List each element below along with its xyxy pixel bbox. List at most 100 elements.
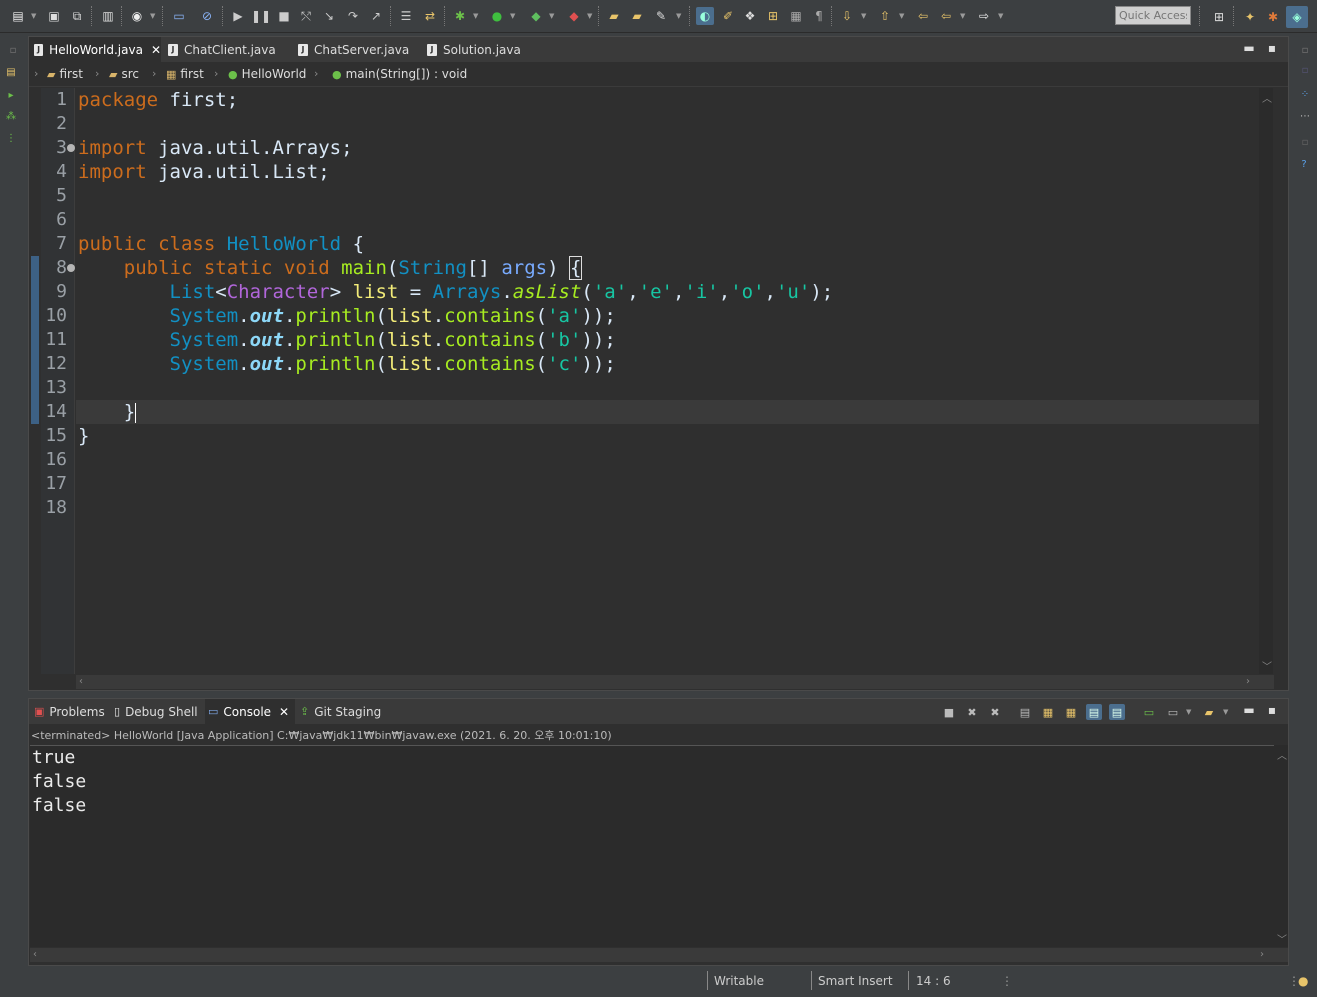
forward-icon[interactable]: ⇨ [975, 7, 993, 25]
toggle-breadcrumb-icon[interactable]: ❖ [741, 7, 759, 25]
external-tools-icon[interactable]: ◆ [565, 7, 583, 25]
block-selection-icon[interactable]: ▦ [787, 7, 805, 25]
coverage-icon[interactable]: ◆ [527, 7, 545, 25]
new-java-project-icon[interactable]: ▰ [605, 7, 623, 25]
close-icon[interactable]: ✕ [151, 43, 161, 57]
suspend-icon[interactable]: ❚❚ [251, 7, 271, 25]
run-icon[interactable]: ● [488, 7, 506, 25]
quick-access-input[interactable] [1115, 6, 1191, 25]
debug-dropdown-icon[interactable]: ▼ [473, 9, 481, 23]
breadcrumb-item-method[interactable]: ● main(String[]) : void [332, 67, 467, 81]
word-wrap-icon[interactable]: ▦ [1063, 704, 1079, 720]
previous-annotation-icon[interactable]: ⇧ [876, 7, 894, 25]
outline-icon[interactable]: ▸ [4, 89, 18, 101]
debug-icon[interactable]: ✱ [451, 7, 469, 25]
scroll-down-icon[interactable]: ﹀ [1262, 658, 1272, 673]
toggle-mark-occurrences-icon[interactable]: ◐ [696, 7, 714, 25]
terminal-icon[interactable]: ▭ [170, 7, 188, 25]
new-dropdown-icon[interactable]: ▼ [31, 9, 39, 23]
show-on-stdout-icon[interactable]: ▤ [1086, 704, 1102, 720]
console-horizontal-scrollbar[interactable]: ‹ › [30, 948, 1288, 962]
next-annotation-dropdown-icon[interactable]: ▼ [861, 9, 869, 23]
minimize-icon[interactable]: ▬ [1242, 703, 1256, 717]
java-perspective-icon[interactable]: ◈ [1286, 6, 1308, 28]
terminate-icon[interactable]: ■ [941, 704, 957, 720]
remove-launch-icon[interactable]: ✖ [964, 704, 980, 720]
scroll-down-icon[interactable]: ﹀ [1277, 931, 1287, 946]
step-over-icon[interactable]: ↷ [344, 7, 362, 25]
tab-solution[interactable]: J Solution.java [422, 37, 542, 62]
scroll-left-icon[interactable]: ‹ [33, 949, 37, 960]
search-icon[interactable]: ✎ [652, 7, 670, 25]
tab-problems[interactable]: ▣ Problems [31, 699, 109, 724]
open-type-icon[interactable]: ▰ [628, 7, 646, 25]
console-vertical-scrollbar[interactable]: ︿ ﹀ [1274, 745, 1288, 947]
code-text[interactable]: package first; import java.util.Arrays; … [76, 88, 1260, 674]
open-console-dropdown-icon[interactable]: ▼ [1223, 705, 1231, 719]
show-whitespace-icon[interactable]: ⊞ [764, 7, 782, 25]
show-on-stderr-icon[interactable]: ▤ [1109, 704, 1125, 720]
step-return-icon[interactable]: ↗ [367, 7, 385, 25]
lightbulb-icon[interactable]: ● [1298, 974, 1308, 988]
display-console-dropdown-icon[interactable]: ▼ [1186, 705, 1194, 719]
breadcrumb-item-class[interactable]: ● HelloWorld [228, 67, 306, 81]
scroll-right-icon[interactable]: › [1246, 676, 1250, 687]
skip-breakpoints-icon[interactable]: ⊘ [198, 7, 216, 25]
java-ee-perspective-icon[interactable]: ✦ [1239, 6, 1261, 28]
call-hierarchy-icon[interactable]: ⋮ [4, 132, 18, 144]
next-annotation-icon[interactable]: ⇩ [838, 7, 856, 25]
external-tools-dropdown-icon[interactable]: ▼ [587, 9, 595, 23]
step-into-icon[interactable]: ↘ [320, 7, 338, 25]
disconnect-icon[interactable]: ⤲ [297, 7, 315, 25]
minimized-view-icon[interactable]: ▫ [1298, 136, 1312, 148]
minimize-icon[interactable]: ▬ [1242, 41, 1256, 55]
close-icon[interactable]: ✕ [279, 705, 289, 719]
use-step-filters-icon[interactable]: ⇄ [421, 7, 439, 25]
breadcrumb-item-package[interactable]: ▦ first [166, 67, 204, 81]
console-output[interactable]: true false false [30, 745, 1274, 947]
drop-to-frame-icon[interactable]: ☰ [397, 7, 415, 25]
scroll-left-icon[interactable]: ‹ [79, 676, 83, 687]
tab-console[interactable]: ▭ Console ✕ [205, 699, 295, 724]
resume-icon[interactable]: ▶ [229, 7, 247, 25]
tab-git-staging[interactable]: ⇪ Git Staging [297, 699, 387, 724]
scroll-up-icon[interactable]: ︿ [1262, 90, 1272, 105]
open-console-icon[interactable]: ▰ [1201, 704, 1217, 720]
editor-horizontal-scrollbar[interactable]: ‹ › [76, 675, 1274, 689]
profile-icon[interactable]: ◉ [128, 7, 146, 25]
tab-chatclient[interactable]: J ChatClient.java [163, 37, 291, 62]
run-dropdown-icon[interactable]: ▼ [510, 9, 518, 23]
scroll-right-icon[interactable]: › [1260, 949, 1264, 960]
editor-vertical-scrollbar[interactable]: ︿ ﹀ [1259, 88, 1273, 674]
last-edit-location-icon[interactable]: ⇦ [914, 7, 932, 25]
new-icon[interactable]: ▤ [9, 7, 27, 25]
restore-icon[interactable]: ▫ [6, 44, 20, 56]
tab-debug-shell[interactable]: ▯ Debug Shell [111, 699, 203, 724]
help-icon[interactable]: ? [1297, 158, 1311, 170]
paragraph-icon[interactable]: ¶ [810, 7, 828, 25]
coverage-dropdown-icon[interactable]: ▼ [549, 9, 557, 23]
maximize-icon[interactable]: ▪ [1265, 703, 1279, 717]
restore-icon[interactable]: ▫ [1298, 44, 1312, 56]
debug-perspective-icon[interactable]: ✱ [1262, 6, 1284, 28]
code-editor[interactable]: 1 2 3 4 5 6 7 8 9 10 11 12 13 14 15 16 1… [29, 88, 1274, 674]
scroll-up-icon[interactable]: ︿ [1277, 747, 1287, 762]
maximize-icon[interactable]: ▪ [1265, 41, 1279, 55]
fold-toggle-icon[interactable] [67, 144, 75, 152]
back-dropdown-icon[interactable]: ▼ [960, 9, 968, 23]
remove-all-terminated-icon[interactable]: ✖ [987, 704, 1003, 720]
tab-chatserver[interactable]: J ChatServer.java [293, 37, 421, 62]
search-dropdown-icon[interactable]: ▼ [676, 9, 684, 23]
forward-dropdown-icon[interactable]: ▼ [998, 9, 1006, 23]
toggle-highlight-icon[interactable]: ✐ [719, 7, 737, 25]
print-icon[interactable]: ▥ [99, 7, 117, 25]
breadcrumb-item-project[interactable]: ▰ first [47, 67, 83, 81]
type-hierarchy-icon[interactable]: ⁂ [4, 110, 18, 122]
terminate-icon[interactable]: ■ [275, 7, 293, 25]
save-icon[interactable]: ▣ [45, 7, 63, 25]
breadcrumb-item-src[interactable]: ▰ src [109, 67, 139, 81]
save-all-icon[interactable]: ⧉ [68, 7, 86, 25]
tab-helloworld[interactable]: J HelloWorld.java ✕ [29, 37, 161, 62]
scroll-lock-icon[interactable]: ▦ [1040, 704, 1056, 720]
pin-console-icon[interactable]: ▭ [1141, 704, 1157, 720]
